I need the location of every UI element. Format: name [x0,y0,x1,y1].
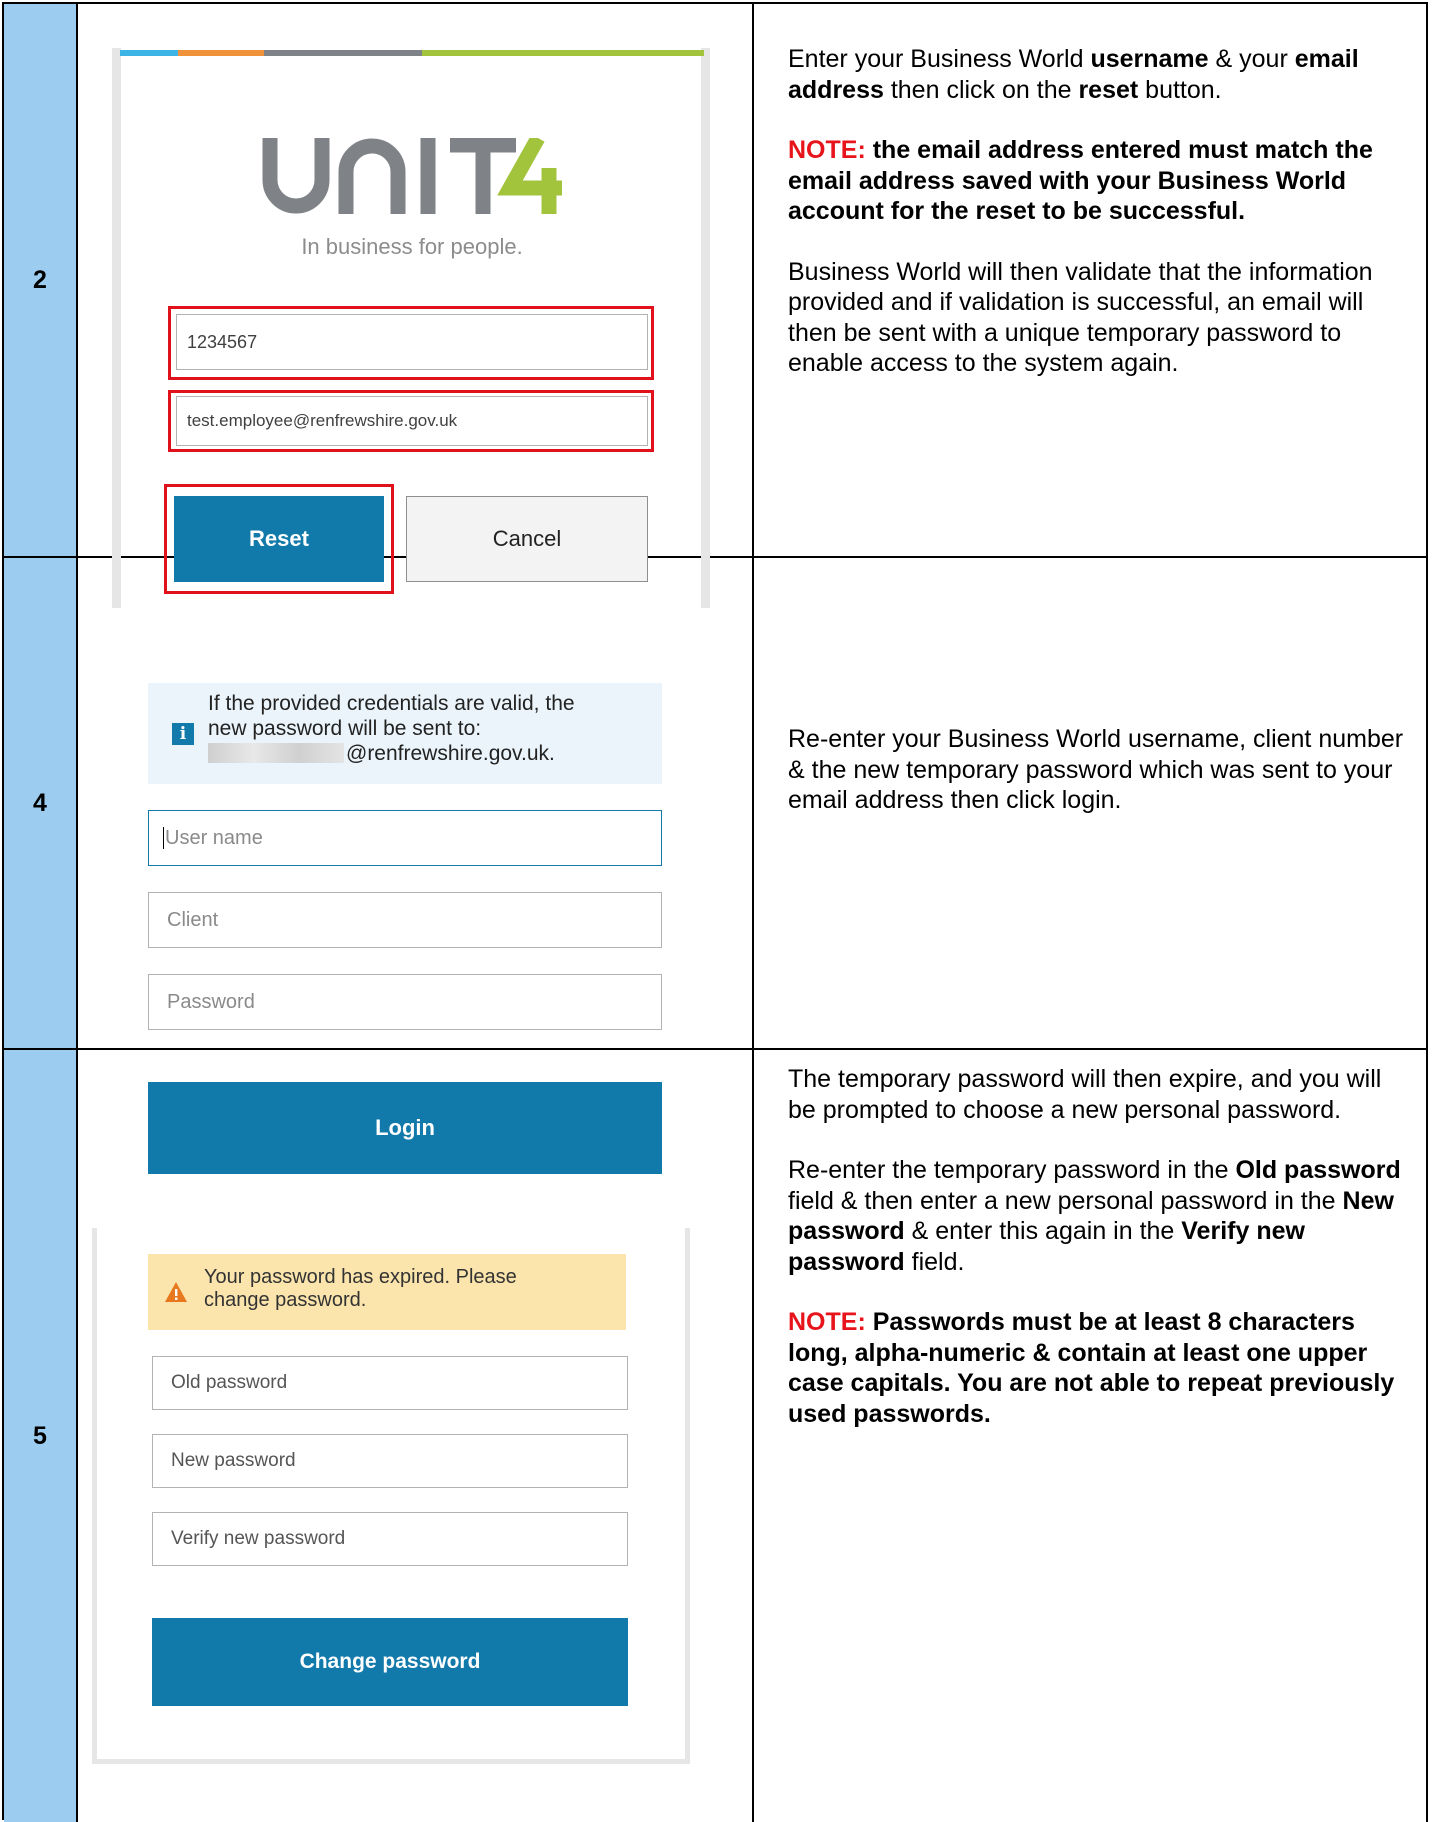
instruction-paragraph: Enter your Business World username & you… [788,45,1359,104]
email-field[interactable]: test.employee@renfrewshire.gov.uk [176,396,648,446]
instruction-text-cell: The temporary password will then expire,… [754,1050,1428,1822]
step-number: 4 [4,558,78,1048]
info-banner: i If the provided credentials are valid,… [148,683,662,784]
warning-icon [165,1282,187,1302]
info-icon: i [172,723,194,745]
verify-password-input[interactable]: Verify new password [152,1512,628,1566]
brand-stripe [120,50,178,56]
redacted-username [208,743,344,763]
brand-stripe [178,50,264,56]
cancel-button[interactable]: Cancel [406,496,648,582]
instruction-text-cell: Re-enter your Business World username, c… [754,558,1428,1048]
client-input[interactable]: Client [148,892,662,948]
reset-button[interactable]: Reset [174,496,384,582]
unit4-logo [262,134,562,214]
username-field[interactable]: 1234567 [176,314,648,370]
instruction-text-cell: Enter your Business World username & you… [754,4,1428,556]
logo-tagline: In business for people. [301,234,523,259]
instruction-paragraph: The temporary password will then expire,… [788,1065,1382,1124]
username-input[interactable]: User name [148,810,662,866]
instruction-paragraph: Business World will then validate that t… [788,257,1373,378]
step-number: 2 [4,4,78,556]
login-button[interactable]: Login [148,1082,662,1174]
warning-banner: Your password has expired. Please change… [148,1254,626,1330]
brand-stripe [422,50,704,56]
step-number: 5 [4,1050,78,1822]
new-password-input[interactable]: New password [152,1434,628,1488]
change-password-button[interactable]: Change password [152,1618,628,1706]
note-paragraph: NOTE: Passwords must be at least 8 chara… [788,1308,1395,1428]
info-message: If the provided credentials are valid, t… [208,692,575,765]
old-password-input[interactable]: Old password [152,1356,628,1410]
text-cursor [163,827,164,849]
instruction-paragraph: Re-enter your Business World username, c… [788,725,1404,814]
warning-message: Your password has expired. Please change… [204,1266,517,1311]
brand-stripe [264,50,422,56]
instruction-paragraph: Re-enter the temporary password in the O… [788,1156,1401,1276]
note-paragraph: NOTE: the email address entered must mat… [788,136,1373,225]
password-input[interactable]: Password [148,974,662,1030]
